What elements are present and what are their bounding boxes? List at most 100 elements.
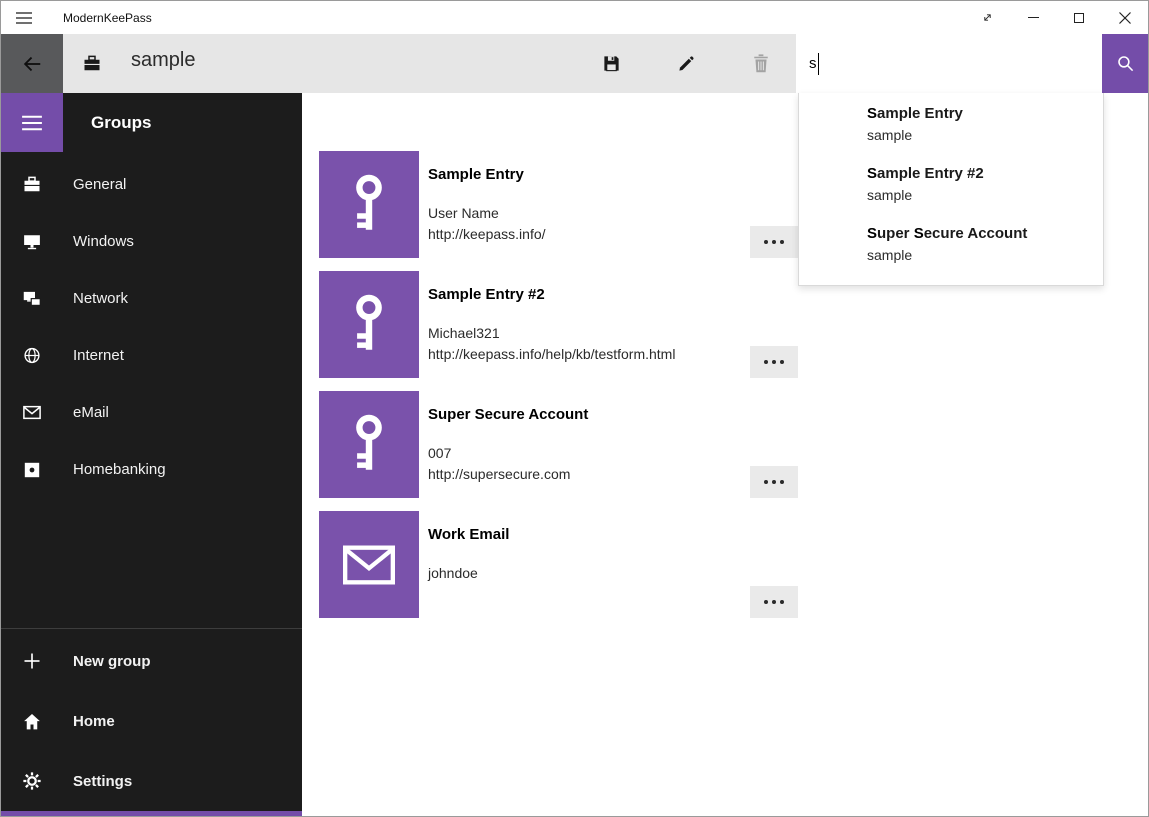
entry-tile[interactable] — [319, 511, 419, 618]
briefcase-icon — [23, 174, 41, 196]
search-button[interactable] — [1102, 34, 1148, 93]
sidebar-divider — [1, 628, 302, 629]
search-input[interactable]: s — [796, 34, 1102, 93]
sidebar-item-label: Network — [73, 290, 128, 307]
entry-username: Michael321 — [428, 323, 675, 344]
text-caret — [818, 53, 819, 75]
sidebar-item-general[interactable]: General — [1, 156, 302, 213]
sidebar-item-email[interactable]: eMail — [1, 384, 302, 441]
briefcase-icon — [83, 55, 101, 77]
ellipsis-icon — [764, 240, 768, 244]
fullscreen-button[interactable] — [964, 1, 1010, 34]
entry-text: Sample Entry User Name http://keepass.in… — [428, 151, 546, 258]
entry-username: User Name — [428, 203, 546, 224]
sidebar-item-internet[interactable]: Internet — [1, 327, 302, 384]
suggestion-title: Super Secure Account — [867, 224, 1093, 244]
expand-icon — [981, 11, 994, 24]
save-icon — [602, 54, 621, 73]
sidebar-item-label: Internet — [73, 347, 124, 364]
entry-title: Sample Entry — [428, 165, 546, 185]
entry-username: johndoe — [428, 563, 509, 584]
entry-tile[interactable] — [319, 151, 419, 258]
entry-url: http://keepass.info/help/kb/testform.htm… — [428, 344, 675, 365]
sidebar-item-label: Windows — [73, 233, 134, 250]
entry-row[interactable]: Sample Entry User Name http://keepass.in… — [319, 151, 798, 258]
sidebar: Groups General Windows — [1, 93, 302, 816]
key-icon — [347, 294, 391, 356]
entry-more-button[interactable] — [750, 226, 798, 258]
entry-text: Work Email johndoe — [428, 511, 509, 618]
sidebar-footer: New group Home — [1, 628, 302, 811]
pencil-icon — [677, 55, 695, 73]
search-suggestions-panel: Sample Entry sample Sample Entry #2 samp… — [798, 93, 1104, 286]
network-icon — [23, 288, 41, 310]
entry-text: Super Secure Account 007 http://supersec… — [428, 391, 588, 498]
sidebar-item-home[interactable]: Home — [1, 691, 302, 751]
sidebar-accent-strip — [1, 811, 302, 816]
entry-list: Sample Entry User Name http://keepass.in… — [319, 151, 798, 631]
suggestion-item[interactable]: Super Secure Account sample — [799, 217, 1103, 277]
entry-row[interactable]: Super Secure Account 007 http://supersec… — [319, 391, 798, 498]
search-box: s — [796, 34, 1148, 93]
edit-button[interactable] — [662, 40, 710, 88]
sidebar-hamburger-button[interactable] — [1, 93, 63, 152]
sidebar-item-homebanking[interactable]: Homebanking — [1, 441, 302, 498]
database-title: sample — [131, 49, 195, 72]
back-button[interactable] — [1, 34, 63, 93]
magnifier-icon — [1116, 54, 1135, 73]
sidebar-item-windows[interactable]: Windows — [1, 213, 302, 270]
entry-title: Sample Entry #2 — [428, 285, 675, 305]
entry-text: Sample Entry #2 Michael321 http://keepas… — [428, 271, 675, 378]
sidebar-item-new-group[interactable]: New group — [1, 631, 302, 691]
entry-row[interactable]: Work Email johndoe — [319, 511, 798, 618]
sidebar-item-label: Settings — [73, 773, 132, 790]
app-header: sample — [1, 34, 1148, 93]
sidebar-item-settings[interactable]: Settings — [1, 751, 302, 811]
suggestion-item[interactable]: Sample Entry #2 sample — [799, 157, 1103, 217]
delete-button[interactable] — [737, 40, 785, 88]
titlebar-hamburger-button[interactable] — [1, 1, 47, 34]
close-button[interactable] — [1102, 1, 1148, 34]
ellipsis-icon — [764, 480, 768, 484]
suggestion-title: Sample Entry — [867, 104, 1093, 124]
entry-tile[interactable] — [319, 271, 419, 378]
app-title: ModernKeePass — [63, 11, 152, 25]
sidebar-item-label: New group — [73, 653, 151, 670]
entry-url: http://supersecure.com — [428, 464, 588, 485]
entry-title: Work Email — [428, 525, 509, 545]
entry-more-button[interactable] — [750, 586, 798, 618]
mail-icon — [343, 545, 395, 585]
ellipsis-icon — [764, 600, 768, 604]
entry-row[interactable]: Sample Entry #2 Michael321 http://keepas… — [319, 271, 798, 378]
entry-tile[interactable] — [319, 391, 419, 498]
sidebar-item-network[interactable]: Network — [1, 270, 302, 327]
maximize-button[interactable] — [1056, 1, 1102, 34]
entry-username: 007 — [428, 443, 588, 464]
sidebar-item-label: eMail — [73, 404, 109, 421]
key-icon — [347, 414, 391, 476]
groups-heading: Groups — [91, 113, 151, 133]
home-icon — [23, 710, 41, 732]
titlebar: ModernKeePass — [1, 1, 1148, 34]
suggestion-subtitle: sample — [867, 186, 1093, 205]
window-controls — [964, 1, 1148, 34]
plus-icon — [23, 650, 41, 672]
suggestion-subtitle: sample — [867, 126, 1093, 145]
command-bar — [587, 34, 785, 93]
save-button[interactable] — [587, 40, 635, 88]
close-icon — [1119, 12, 1131, 24]
suggestion-subtitle: sample — [867, 246, 1093, 265]
hamburger-icon — [16, 11, 32, 25]
sidebar-item-label: Home — [73, 713, 115, 730]
back-arrow-icon — [21, 53, 43, 75]
key-icon — [347, 174, 391, 236]
maximize-icon — [1074, 13, 1084, 23]
gear-icon — [23, 770, 41, 792]
entry-url: http://keepass.info/ — [428, 224, 546, 245]
sidebar-header: Groups — [1, 93, 302, 152]
suggestion-item[interactable]: Sample Entry sample — [799, 97, 1103, 157]
entry-more-button[interactable] — [750, 346, 798, 378]
mail-icon — [23, 402, 41, 424]
minimize-button[interactable] — [1010, 1, 1056, 34]
entry-more-button[interactable] — [750, 466, 798, 498]
